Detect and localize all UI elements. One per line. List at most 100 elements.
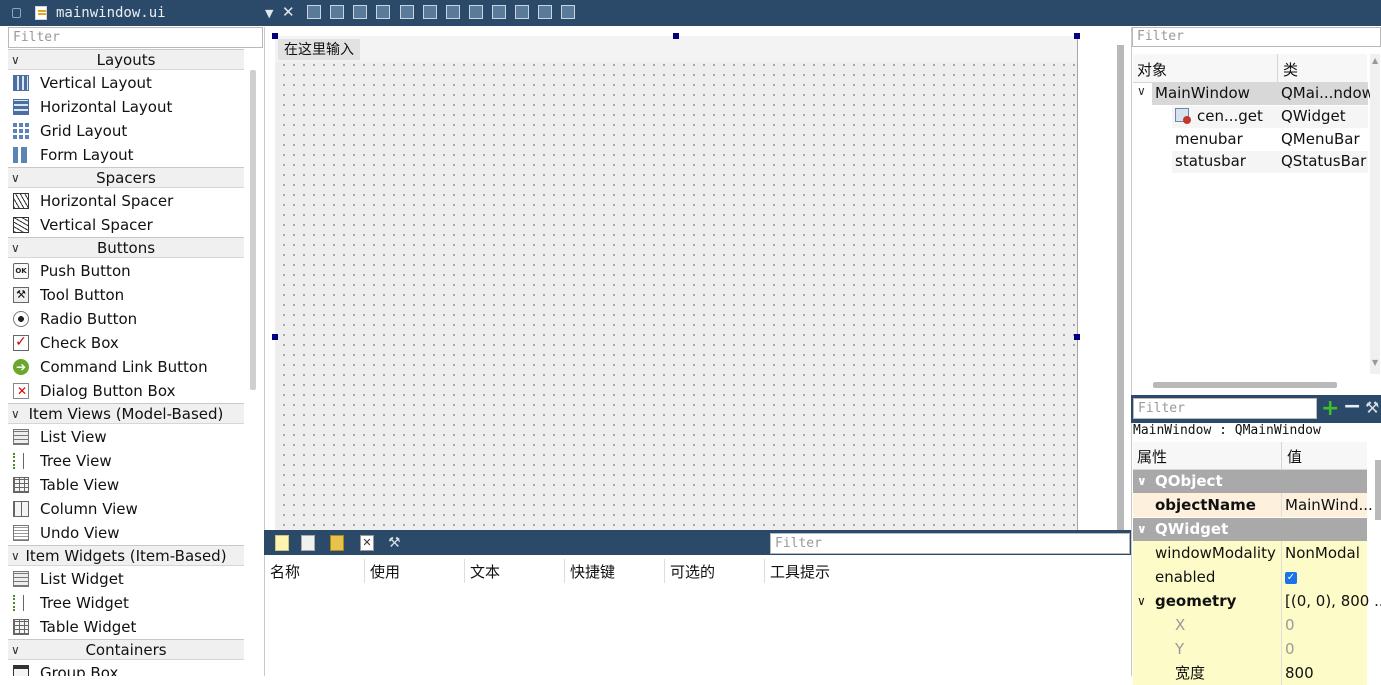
object-inspector-vscrollbar[interactable] <box>1370 54 1380 374</box>
widget-item[interactable]: Column View <box>8 497 244 521</box>
property-filter-input[interactable]: Filter <box>1133 398 1317 419</box>
widget-item[interactable]: List View <box>8 425 244 449</box>
editor-scrollbar[interactable] <box>1117 45 1124 535</box>
widget-item[interactable]: Grid Layout <box>8 119 244 143</box>
form-menubar[interactable] <box>275 36 1077 62</box>
property-value[interactable]: 0 <box>1285 613 1295 637</box>
edit-signals-icon[interactable] <box>330 5 344 19</box>
group-qobject[interactable]: ∨ QObject <box>1133 470 1367 493</box>
resize-handle[interactable] <box>1074 334 1080 340</box>
resize-handle[interactable] <box>673 33 679 39</box>
widget-item[interactable]: Horizontal Spacer <box>8 189 244 213</box>
widget-item[interactable]: ✕ Dialog Button Box <box>8 379 244 403</box>
header-object[interactable]: 对象 <box>1137 59 1167 80</box>
lay-out-horizontally-icon[interactable] <box>400 5 414 19</box>
widget-item[interactable]: Vertical Spacer <box>8 213 244 237</box>
column-header-text[interactable]: 文本 <box>470 561 500 582</box>
new-action-icon[interactable] <box>275 535 289 551</box>
property-editor-scrollbar[interactable] <box>1375 460 1381 520</box>
column-header-name[interactable]: 名称 <box>270 561 300 582</box>
object-inspector-hscrollbar[interactable] <box>1153 382 1337 388</box>
action-filter-input[interactable]: Filter <box>770 533 1130 554</box>
group-qwidget[interactable]: ∨ QWidget <box>1133 518 1367 541</box>
lay-out-vertically-icon[interactable] <box>423 5 437 19</box>
tree-item-statusbar[interactable]: statusbar <box>1175 152 1246 170</box>
property-row-y[interactable]: Y 0 <box>1133 637 1367 661</box>
lock-icon[interactable] <box>12 8 21 18</box>
lay-out-horizontal-splitter-icon[interactable] <box>446 5 460 19</box>
tree-item-centralwidget[interactable]: cen...get <box>1197 107 1263 125</box>
object-inspector-filter-input[interactable]: Filter <box>1132 27 1381 47</box>
widget-box-filter-input[interactable]: Filter <box>8 27 263 48</box>
category-header[interactable]: ∨ Containers <box>8 639 244 660</box>
widget-item[interactable]: ✓ Check Box <box>8 331 244 355</box>
main-window-form[interactable] <box>275 36 1078 530</box>
property-row-x[interactable]: X 0 <box>1133 613 1367 637</box>
widget-item[interactable]: Group Box <box>8 661 244 676</box>
widget-item[interactable]: Tree Widget <box>8 591 244 615</box>
widget-item[interactable]: Table View <box>8 473 244 497</box>
widget-item[interactable]: Tree View <box>8 449 244 473</box>
scroll-up-icon[interactable]: ▲ <box>1372 56 1378 65</box>
property-row-geometry[interactable]: ∨ geometry [(0, 0), 800 ... <box>1133 589 1381 613</box>
header-value[interactable]: 值 <box>1287 446 1302 467</box>
chevron-down-icon[interactable]: ∨ <box>1137 84 1146 98</box>
break-layout-icon[interactable] <box>538 5 552 19</box>
enabled-checkbox[interactable]: ✓ <box>1285 565 1297 589</box>
widget-item[interactable]: List Widget <box>8 567 244 591</box>
widget-item[interactable]: Horizontal Layout <box>8 95 244 119</box>
configure-action-icon[interactable]: ⚒ <box>388 535 402 551</box>
column-header-checkable[interactable]: 可选的 <box>670 561 715 582</box>
property-value[interactable]: 0 <box>1285 637 1295 661</box>
widget-item[interactable]: Undo View <box>8 521 244 545</box>
close-icon[interactable]: ✕ <box>282 3 295 21</box>
file-selector[interactable]: mainwindow.ui <box>56 5 166 21</box>
category-header[interactable]: ∨ Spacers <box>8 167 244 188</box>
widget-box-scrollbar[interactable] <box>250 70 256 390</box>
widget-item[interactable]: ⚒ Tool Button <box>8 283 244 307</box>
column-header-used[interactable]: 使用 <box>370 561 400 582</box>
remove-dynamic-property-icon[interactable]: − <box>1343 394 1361 419</box>
column-header-shortcut[interactable]: 快捷键 <box>570 561 615 582</box>
header-class[interactable]: 类 <box>1283 59 1298 80</box>
tree-item-mainwindow[interactable]: MainWindow <box>1155 84 1250 102</box>
resize-handle[interactable] <box>272 33 278 39</box>
category-header[interactable]: ∨ Layouts <box>8 49 244 70</box>
property-value[interactable]: 800 <box>1285 661 1314 685</box>
configure-icon[interactable]: ⚒ <box>1365 398 1379 417</box>
category-header[interactable]: ∨ Buttons <box>8 237 244 258</box>
widget-item[interactable]: Vertical Layout <box>8 71 244 95</box>
adjust-size-icon[interactable] <box>561 5 575 19</box>
property-value[interactable]: MainWind... <box>1285 493 1373 517</box>
widget-item[interactable]: Form Layout <box>8 143 244 167</box>
copy-action-icon[interactable] <box>301 535 315 551</box>
property-row-windowmodality[interactable]: windowModality NonModal <box>1133 541 1367 565</box>
widget-item[interactable]: Radio Button <box>8 307 244 331</box>
checkbox-checked-icon[interactable]: ✓ <box>1285 571 1297 584</box>
resize-handle[interactable] <box>272 334 278 340</box>
resize-handle[interactable] <box>1074 33 1080 39</box>
lay-out-vertical-splitter-icon[interactable] <box>469 5 483 19</box>
tree-item-menubar[interactable]: menubar <box>1175 130 1243 148</box>
edit-tab-order-icon[interactable] <box>376 5 390 19</box>
edit-widgets-icon[interactable] <box>307 5 321 19</box>
widget-item[interactable]: OK Push Button <box>8 259 244 283</box>
category-header[interactable]: ∨ Item Views (Model-Based) <box>8 403 244 424</box>
property-row-width[interactable]: 宽度 800 <box>1133 661 1367 685</box>
scroll-down-icon[interactable]: ▼ <box>1372 358 1378 367</box>
header-property[interactable]: 属性 <box>1137 446 1167 467</box>
add-dynamic-property-icon[interactable]: + <box>1321 396 1339 421</box>
widget-item[interactable]: ➔ Command Link Button <box>8 355 244 379</box>
chevron-down-icon[interactable]: ∨ <box>1137 589 1146 613</box>
paste-action-icon[interactable] <box>330 535 344 551</box>
chevron-down-icon[interactable]: ▼ <box>265 7 273 20</box>
property-row-objectname[interactable]: objectName MainWind... <box>1133 493 1373 517</box>
category-header[interactable]: ∨ Item Widgets (Item-Based) <box>8 545 244 566</box>
property-value[interactable]: [(0, 0), 800 ... <box>1285 589 1381 613</box>
edit-buddies-icon[interactable] <box>353 5 367 19</box>
property-value[interactable]: NonModal <box>1285 541 1360 565</box>
property-row-enabled[interactable]: enabled ✓ <box>1133 565 1367 589</box>
type-here-menu-item[interactable]: 在这里输入 <box>278 39 360 60</box>
widget-item[interactable]: Table Widget <box>8 615 244 639</box>
lay-out-form-icon[interactable] <box>492 5 506 19</box>
